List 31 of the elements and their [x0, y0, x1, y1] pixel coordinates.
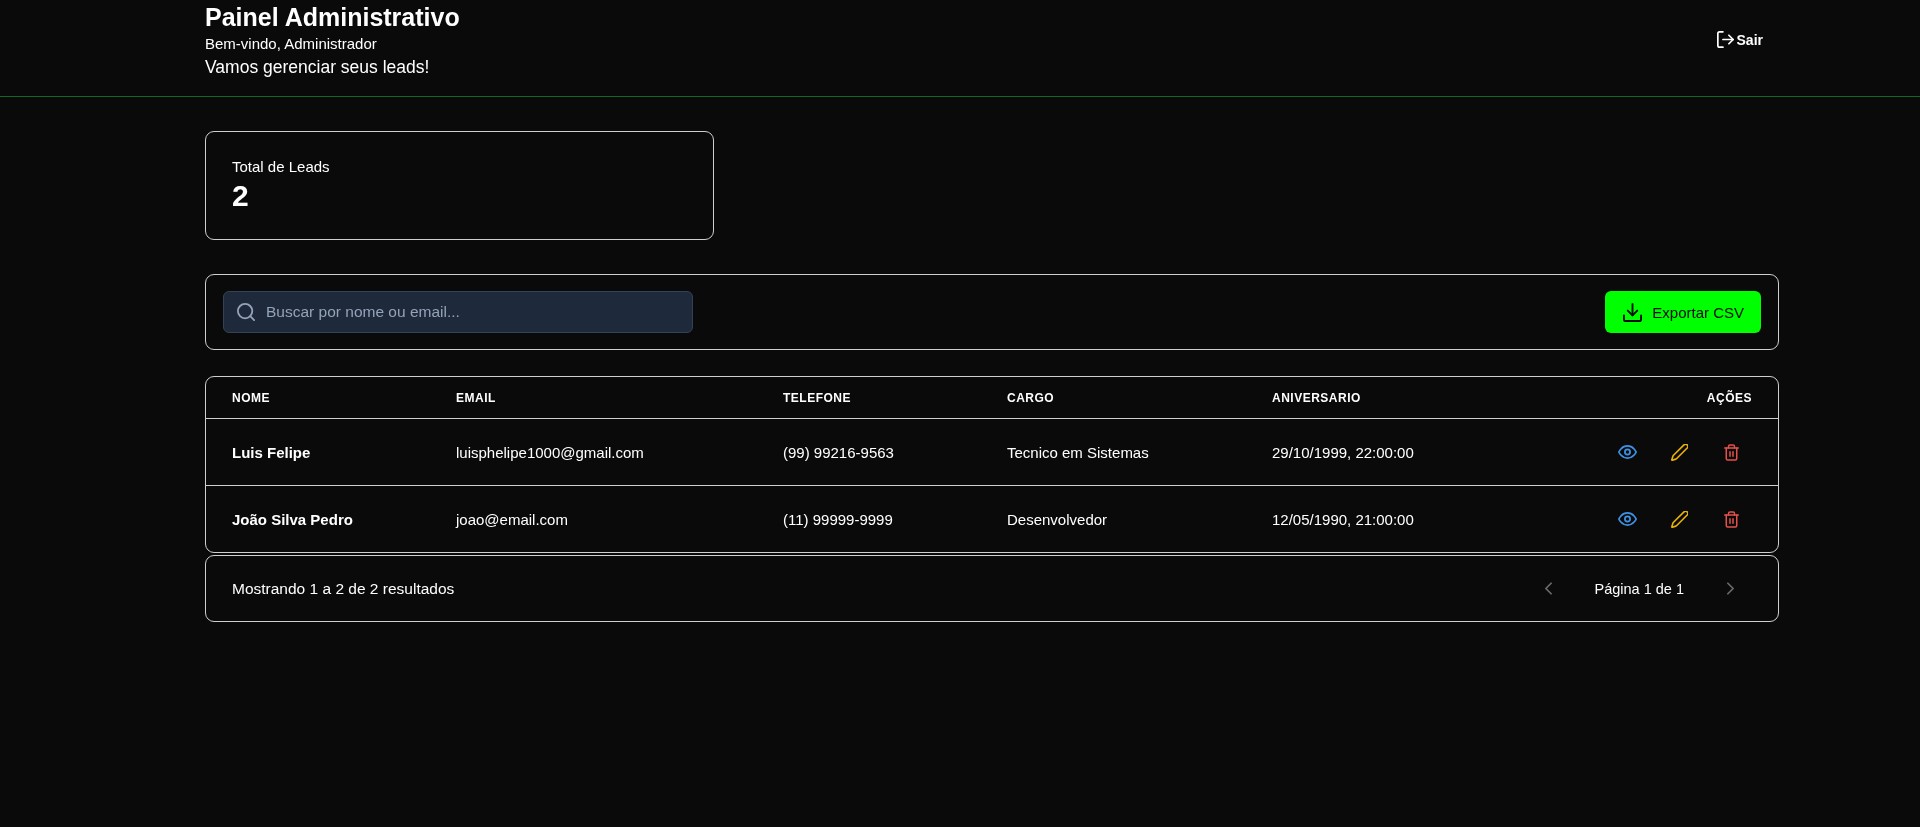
results-summary: Mostrando 1 a 2 de 2 resultados	[232, 579, 455, 598]
column-header: ANIVERSARIO	[1272, 390, 1362, 405]
page-indicator: Página 1 de 1	[1594, 580, 1684, 597]
subtitle-text: Vamos gerenciar seus leads!	[205, 56, 431, 78]
chevron-left-icon	[1545, 582, 1552, 595]
page-title: Painel Administrativo	[205, 2, 460, 32]
column-header: EMAIL	[456, 390, 497, 405]
table-cell-text: Luis Felipe	[232, 443, 312, 461]
column-header: NOME	[232, 390, 271, 405]
download-icon	[1623, 302, 1643, 322]
table-cell-text: Tecnico em Sistemas	[1007, 443, 1150, 461]
logout-button[interactable]: Sair	[1700, 27, 1779, 52]
logout-icon	[1716, 31, 1734, 48]
column-header: TELEFONE	[783, 390, 852, 405]
table-cell-text: (99) 99216-9563	[783, 443, 895, 461]
stat-label: Total de Leads	[232, 157, 331, 177]
column-header: AÇÕES	[1706, 390, 1752, 405]
search-icon	[237, 303, 255, 321]
table-cell-text: Desenvolvedor	[1007, 510, 1109, 528]
stat-value: 2	[232, 178, 250, 214]
table-cell-text: (11) 99999-9999	[783, 510, 894, 528]
table-cell-text: João Silva Pedro	[232, 510, 354, 528]
table-cell-text: joao@email.com	[456, 510, 569, 528]
table-cell-text: 12/05/1990, 21:00:00	[1272, 510, 1415, 528]
table-cell-text: 29/10/1999, 22:00:00	[1272, 443, 1415, 461]
search-field[interactable]: Buscar por nome ou email...	[223, 291, 693, 333]
welcome-text: Bem-vindo, Administrador	[205, 35, 378, 53]
table-cell-text: luisphelipe1000@gmail.com	[456, 443, 645, 461]
export-button[interactable]: Exportar CSV	[1605, 291, 1761, 333]
chevron-right-icon	[1726, 582, 1734, 595]
column-header: CARGO	[1007, 390, 1056, 405]
